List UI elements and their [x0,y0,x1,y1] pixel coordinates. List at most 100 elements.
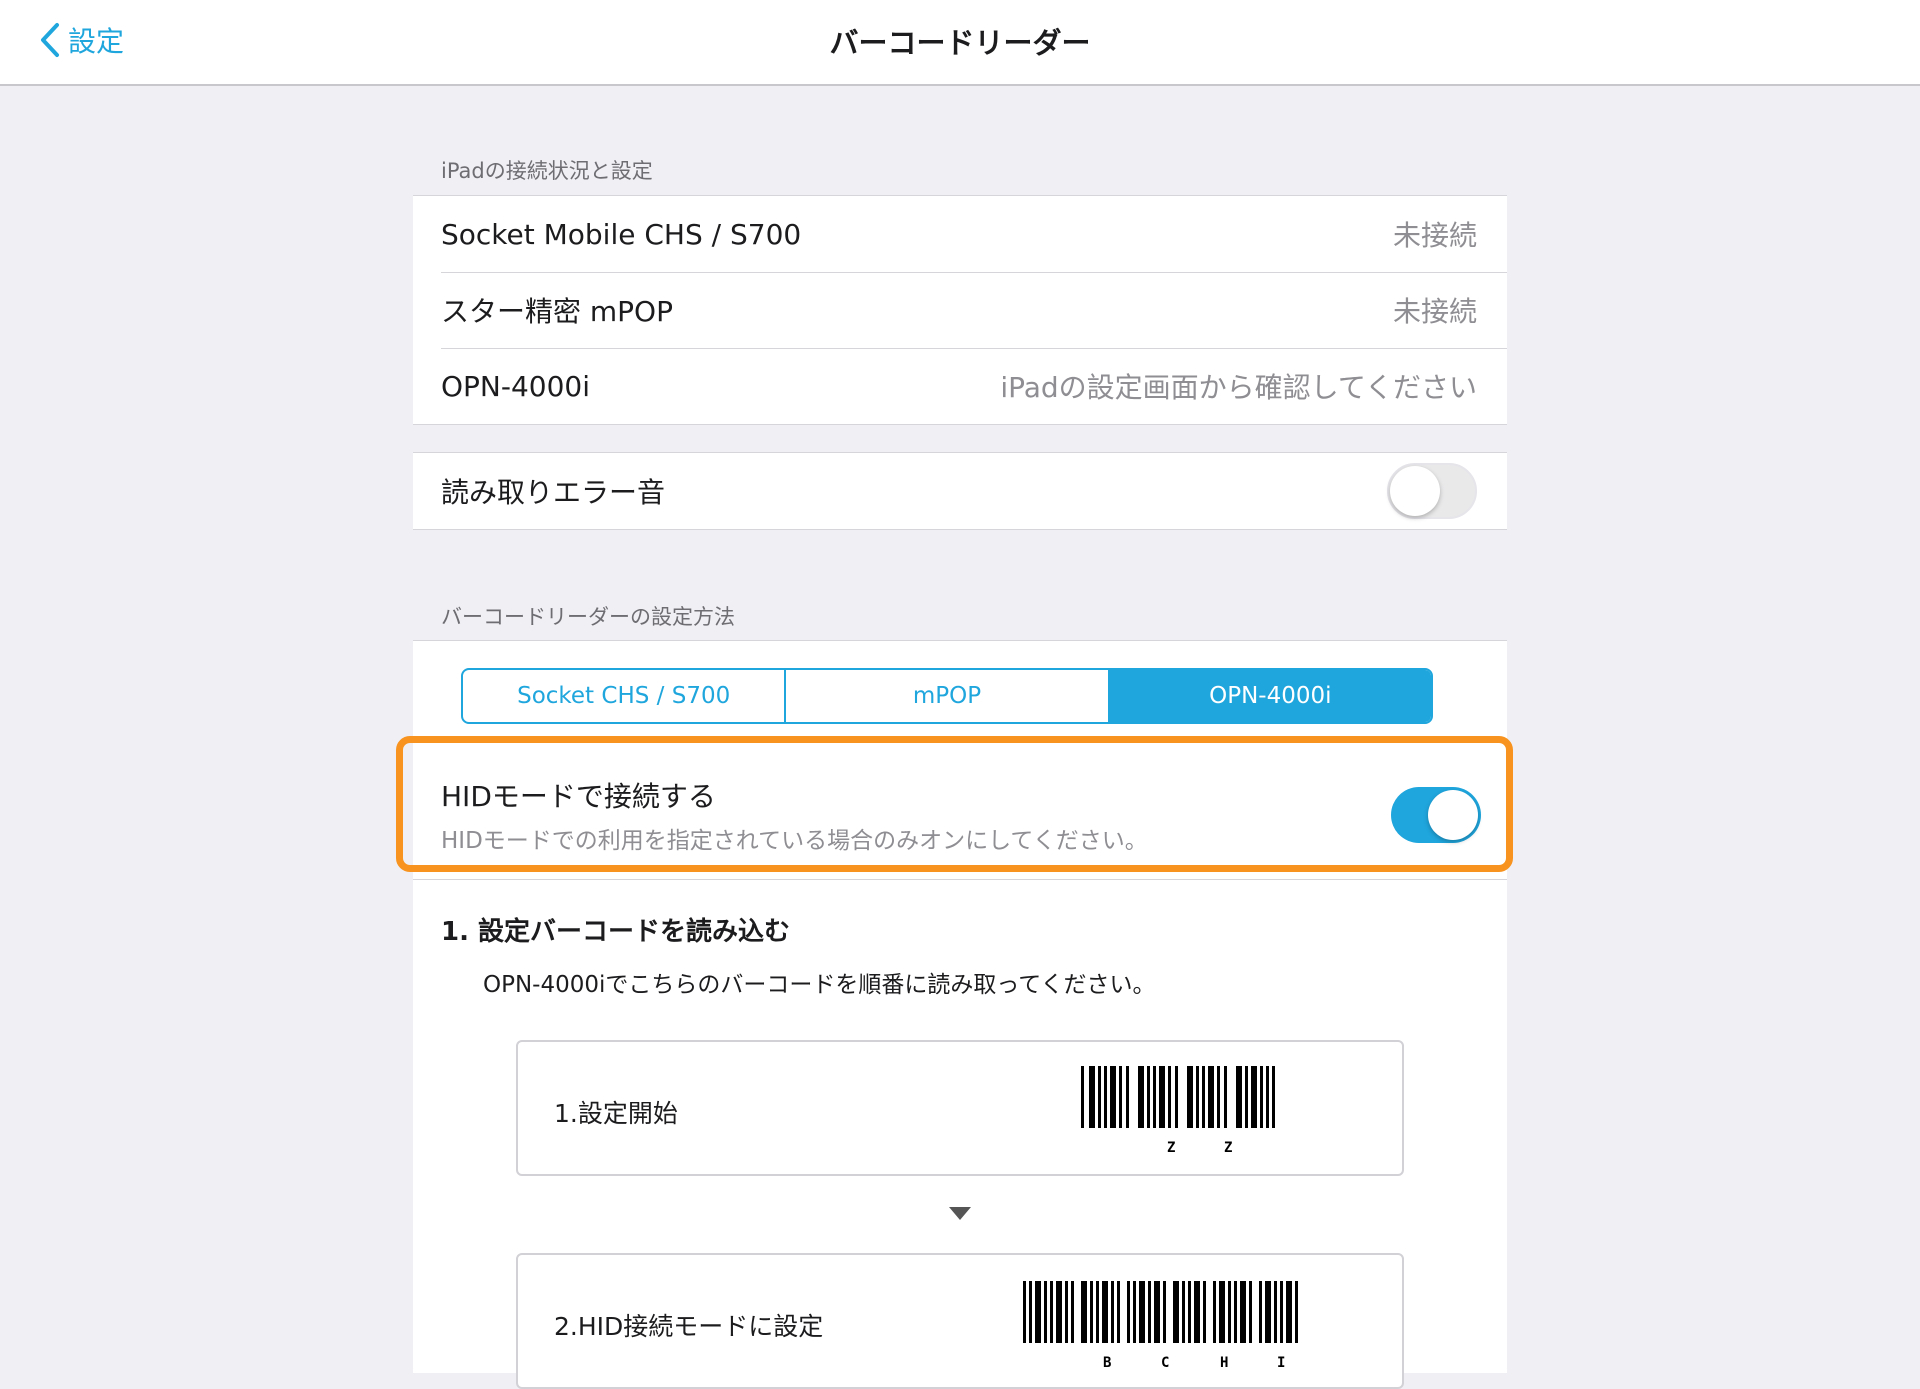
step-title: 1. 設定バーコードを読み込む [441,917,791,947]
barcode-bar [1029,1281,1032,1343]
barcode-bar [1208,1066,1214,1128]
barcode-bar [1234,1281,1237,1343]
barcode-bar [1280,1281,1283,1343]
barcode-caption: I [1277,1355,1285,1371]
barcode-bar [1089,1066,1095,1128]
barcode-label: 2.HID接続モードに設定 [554,1312,824,1341]
connection-status: 未接続 [1392,219,1477,252]
connection-status: iPadの設定画面から確認してください [1000,371,1477,404]
barcode-bar [1056,1281,1062,1343]
segment-opn[interactable]: OPN-4000i [1107,670,1431,722]
barcode-bar [1286,1281,1292,1343]
barcode-bar [1098,1066,1101,1128]
barcode-bar [1187,1066,1193,1128]
barcode-bar [1213,1281,1216,1343]
barcode-bar [1154,1281,1160,1343]
barcode-bar [1272,1066,1275,1128]
barcode-bar [1104,1066,1107,1128]
segment-socket[interactable]: Socket CHS / S700 [463,670,784,722]
barcode-bar [1194,1281,1200,1343]
step-description: OPN-4000iでこちらのバーコードを順番に読み取ってください。 [483,972,1156,998]
barcode-caption: Z [1224,1140,1232,1156]
barcode-caption: B [1103,1355,1111,1371]
barcode-bar [1117,1281,1120,1343]
device-name: スター精密 mPOP [441,295,673,328]
barcode-bar [1251,1066,1257,1128]
device-name: Socket Mobile CHS / S700 [441,217,802,251]
barcode-bar [1219,1281,1225,1343]
barcode-bar [1148,1281,1151,1343]
highlight-frame [396,736,1513,872]
barcode-bar [1139,1281,1145,1343]
barcode-label: 1.設定開始 [554,1099,678,1128]
barcode-bar [1236,1066,1242,1128]
method-section-header: バーコードリーダーの設定方法 [441,605,735,629]
connection-section-header: iPadの接続状況と設定 [441,159,653,183]
barcode-bar [1188,1281,1191,1343]
barcode-bar [1217,1066,1220,1128]
barcode-bar [1153,1066,1156,1128]
barcode-bar [1163,1281,1166,1343]
barcode-bar [1138,1066,1144,1128]
divider [413,879,1507,880]
barcode-bar [1240,1281,1246,1343]
barcode-bar [1175,1066,1178,1128]
barcode-bar [1168,1066,1171,1128]
barcode-bar [1228,1281,1231,1343]
barcode-caption: C [1161,1355,1169,1371]
barcode-bar [1159,1066,1165,1128]
barcode-bar [1065,1281,1068,1343]
barcode-bar [1203,1281,1206,1343]
barcode-bar [1274,1281,1277,1343]
barcode-bar [1133,1281,1136,1343]
barcode-bar [1111,1281,1114,1343]
error-sound-group: 読み取りエラー音 [413,452,1507,530]
barcode-caption: Z [1167,1140,1175,1156]
connection-row-mpop: スター精密 mPOP 未接続 [413,272,1507,348]
barcode-bar [1245,1066,1248,1128]
barcode-bar [1102,1281,1108,1343]
navigation-bar: 設定 バーコードリーダー [0,0,1920,86]
segment-mpop[interactable]: mPOP [784,670,1107,722]
barcode-bar [1096,1281,1099,1343]
barcode-bar [1249,1281,1252,1343]
barcode-bar [1090,1281,1093,1343]
barcode-bar [1260,1066,1263,1128]
page-title: バーコードリーダー [829,26,1091,60]
barcode-bar [1050,1281,1053,1343]
barcode-bar [1119,1066,1122,1128]
barcode-bar [1126,1066,1129,1128]
barcode-bar [1202,1066,1205,1128]
connection-row-socket: Socket Mobile CHS / S700 未接続 [413,196,1507,272]
barcode-bar [1173,1281,1179,1343]
barcode-bar [1147,1066,1150,1128]
connection-group: Socket Mobile CHS / S700 未接続 スター精密 mPOP … [413,195,1507,425]
barcode-card-hid: 2.HID接続モードに設定 B C H I [516,1253,1404,1389]
barcode-caption: H [1220,1355,1228,1371]
barcode-bar [1081,1066,1084,1128]
barcode-bar [1110,1066,1116,1128]
barcode-bar [1182,1281,1185,1343]
down-arrow-icon [949,1207,971,1220]
error-sound-toggle[interactable] [1387,463,1477,519]
barcode-bar [1265,1281,1271,1343]
barcode-bar [1035,1281,1041,1343]
barcode-card-start: 1.設定開始 Z Z [516,1040,1404,1176]
barcode-image: B C H I [1023,1281,1298,1371]
toggle-knob [1390,466,1440,516]
barcode-bar [1081,1281,1087,1343]
connection-status: 未接続 [1392,295,1477,328]
barcode-bar [1224,1066,1227,1128]
barcode-image: Z Z [1081,1066,1275,1156]
barcode-bar [1023,1281,1026,1343]
barcode-bar [1295,1281,1298,1343]
connection-row-opn: OPN-4000i iPadの設定画面から確認してください [413,348,1507,424]
device-name: OPN-4000i [441,369,591,403]
barcode-bar [1266,1066,1269,1128]
barcode-bar [1127,1281,1130,1343]
barcode-bar [1196,1066,1199,1128]
barcode-bar [1259,1281,1262,1343]
error-sound-row: 読み取りエラー音 [413,453,1507,529]
barcode-bar [1071,1281,1074,1343]
barcode-bar [1044,1281,1047,1343]
